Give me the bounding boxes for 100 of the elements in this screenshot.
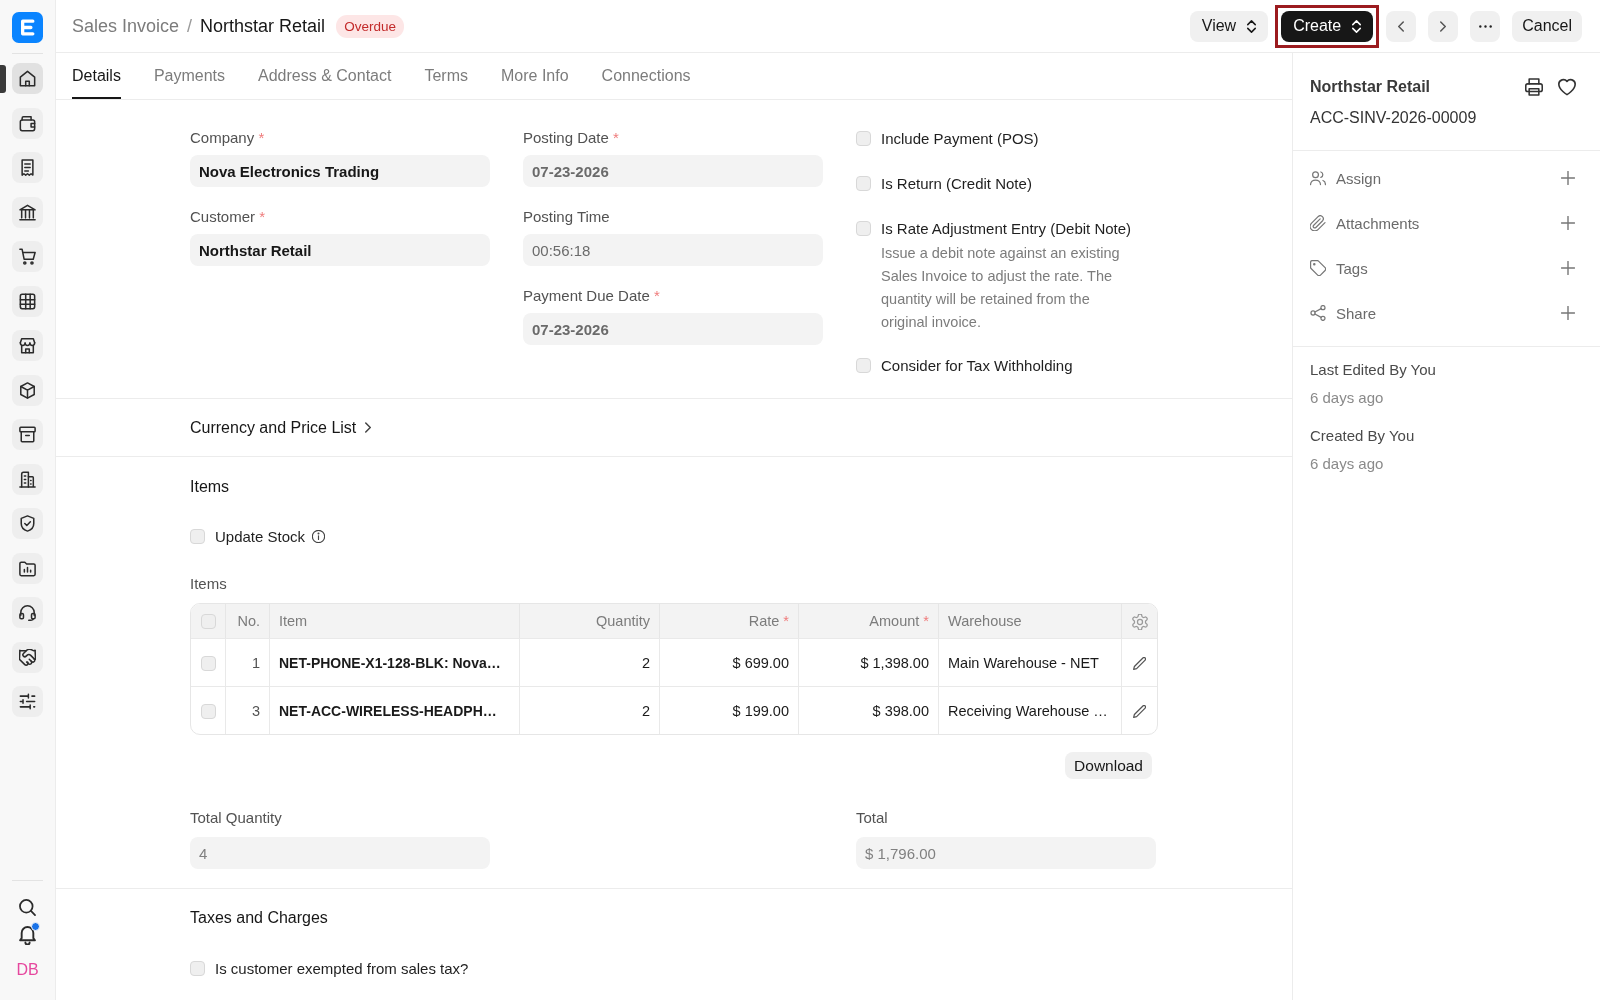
chevron-right-icon <box>1440 20 1447 32</box>
search-icon[interactable] <box>19 898 36 916</box>
input-field[interactable]: Northstar Retail <box>190 234 490 266</box>
receipt-icon <box>19 159 36 176</box>
table-cell: 1 <box>226 638 270 686</box>
input-field[interactable]: 07-23-2026 <box>523 313 823 345</box>
table-cell: NET-ACC-WIRELESS-HEADPH… <box>270 686 520 734</box>
active-indicator <box>0 64 6 93</box>
logo-icon[interactable] <box>12 12 43 43</box>
plus-icon[interactable] <box>1561 261 1575 275</box>
sidebar-item[interactable] <box>12 196 43 228</box>
checkbox-label: Update Stock <box>215 527 306 545</box>
sidebar-item[interactable] <box>12 152 43 183</box>
breadcrumb-link[interactable]: Sales Invoice <box>72 15 180 37</box>
sidebar-action[interactable]: Assign <box>1336 169 1382 187</box>
activity-time: 6 days ago <box>1310 388 1384 408</box>
row-checkbox[interactable] <box>200 655 216 671</box>
status-badge: Overdue <box>336 14 404 38</box>
download-button[interactable]: Download <box>1065 752 1152 779</box>
input-field[interactable]: 4 <box>190 837 490 869</box>
users-icon <box>1310 170 1326 186</box>
tab[interactable]: Details <box>72 53 121 99</box>
sidebar-action[interactable]: Attachments <box>1336 214 1420 232</box>
sidebar-item[interactable] <box>12 419 43 450</box>
column-header: Warehouse <box>939 604 1122 638</box>
table-cell: $ 699.00 <box>660 638 799 686</box>
paperclip-icon <box>1310 215 1326 231</box>
input-field[interactable]: $ 1,796.00 <box>856 837 1156 869</box>
checkbox-label: Include Payment (POS) <box>881 129 1039 147</box>
tab[interactable]: Address & Contact <box>258 53 392 99</box>
column-header: Quantity <box>520 604 660 638</box>
chevron-right-icon[interactable] <box>365 422 372 433</box>
plus-icon[interactable] <box>1561 171 1575 185</box>
tab[interactable]: Terms <box>424 53 468 99</box>
sidebar-item[interactable] <box>12 641 43 673</box>
sidebar-action[interactable]: Share <box>1336 304 1377 322</box>
input-field[interactable]: 07-23-2026 <box>523 155 823 187</box>
checkbox[interactable] <box>190 528 205 544</box>
field-description: Issue a debit note against an existing Sales Invoice to adjust the rate. The quantity will be retained from the original invoice. <box>881 244 1121 332</box>
sidebar-action[interactable]: Tags <box>1336 259 1368 277</box>
pencil-icon[interactable] <box>1133 657 1146 671</box>
table-cell: $ 199.00 <box>660 686 799 734</box>
section-title: Items <box>190 477 230 497</box>
checkbox[interactable] <box>856 130 871 146</box>
sidebar-item[interactable] <box>12 285 43 317</box>
table-cell: $ 398.00 <box>799 686 939 734</box>
checkbox[interactable] <box>856 357 871 373</box>
sidebar-item[interactable] <box>12 686 43 717</box>
field-label: Total Quantity <box>190 808 282 828</box>
select-all-checkbox[interactable] <box>200 614 216 630</box>
sidebar-item[interactable] <box>12 508 43 539</box>
table-label: Items <box>190 574 227 594</box>
section-title: Taxes and Charges <box>190 908 328 928</box>
plus-icon[interactable] <box>1561 306 1575 320</box>
cancel-button[interactable]: Cancel <box>1512 10 1582 42</box>
column-header: Rate * <box>660 604 799 638</box>
field-label: Company * <box>190 128 265 148</box>
dropdown-button[interactable]: View <box>1189 10 1269 42</box>
table-cell: Main Warehouse - NET <box>939 638 1122 686</box>
tab[interactable]: Connections <box>601 53 691 99</box>
tab[interactable]: Payments <box>153 53 226 99</box>
tag-icon <box>1310 260 1326 276</box>
settings-icon[interactable] <box>1131 613 1148 630</box>
field-label: Total <box>856 808 888 828</box>
row-checkbox[interactable] <box>200 703 216 719</box>
activity-label: Last Edited By You <box>1310 360 1436 380</box>
sidebar-item[interactable] <box>12 597 43 628</box>
activity-time: 6 days ago <box>1310 454 1384 474</box>
plus-icon[interactable] <box>1561 216 1575 230</box>
table-cell: Receiving Warehouse … <box>939 686 1122 734</box>
info-icon <box>312 529 326 543</box>
sidebar-item[interactable] <box>12 63 43 94</box>
cube-icon <box>19 381 36 399</box>
input-field[interactable]: 00:56:18 <box>523 234 823 266</box>
building-icon <box>19 470 36 488</box>
checkbox[interactable] <box>856 175 871 191</box>
sidebar-item[interactable] <box>12 374 43 406</box>
checkbox[interactable] <box>190 960 205 976</box>
activity-label: Created By You <box>1310 426 1415 446</box>
printer-icon[interactable] <box>1525 78 1543 96</box>
heart-icon[interactable] <box>1558 78 1576 96</box>
sliders-icon <box>19 693 36 710</box>
page-title: Northstar Retail <box>200 15 326 37</box>
shield-check-icon <box>19 515 36 532</box>
checkbox-label: Is customer exempted from sales tax? <box>215 959 469 977</box>
bell-icon[interactable] <box>19 925 36 945</box>
sidebar-item[interactable] <box>12 107 43 139</box>
user-avatar[interactable]: DB <box>16 960 39 980</box>
tab[interactable]: More Info <box>501 53 569 99</box>
pencil-icon[interactable] <box>1133 705 1146 719</box>
section-title[interactable]: Currency and Price List <box>190 417 357 438</box>
input-field[interactable]: Nova Electronics Trading <box>190 155 490 187</box>
sidebar-item[interactable] <box>12 463 43 495</box>
checkbox[interactable] <box>856 220 871 236</box>
archive-icon <box>19 426 36 443</box>
column-header: Item <box>270 604 520 638</box>
primary-button[interactable]: Create <box>1281 10 1374 42</box>
sidebar-item[interactable] <box>12 330 43 361</box>
sidebar-item[interactable] <box>12 241 43 272</box>
sidebar-item[interactable] <box>12 552 43 584</box>
